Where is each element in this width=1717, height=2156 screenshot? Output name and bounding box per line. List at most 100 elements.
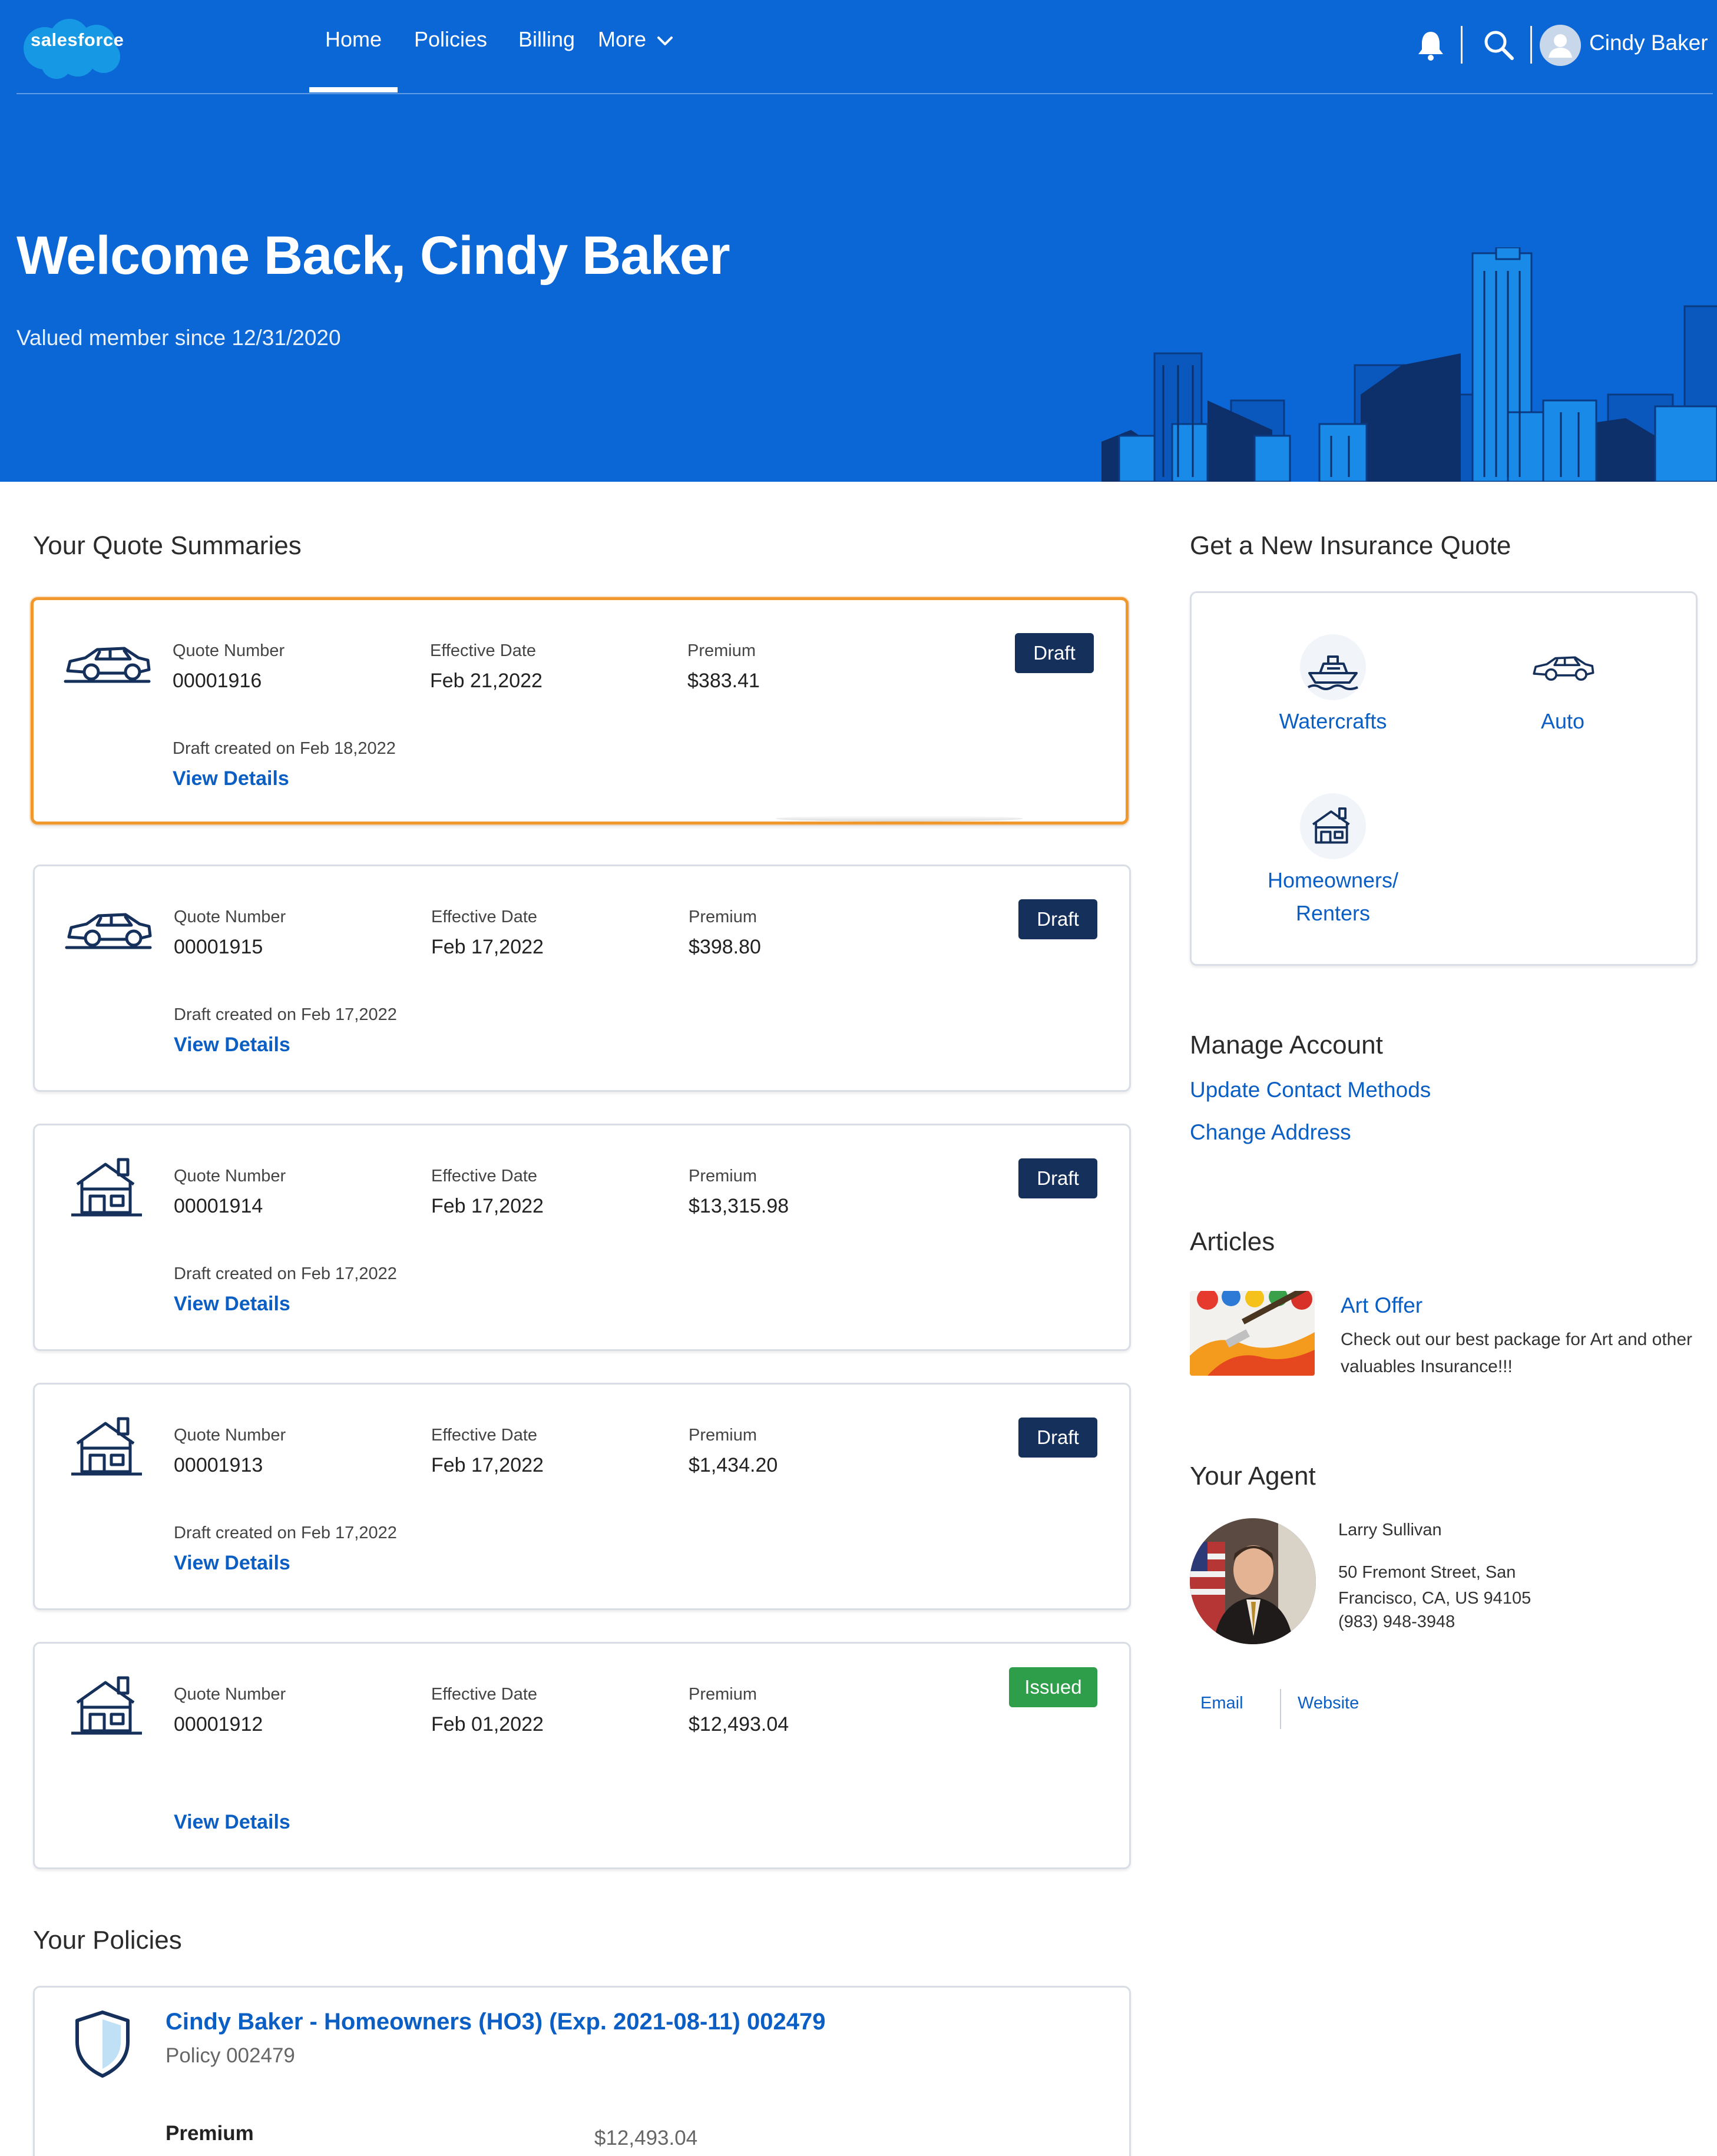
effective-date-label: Effective Date (431, 1167, 538, 1185)
boat-icon (1307, 655, 1358, 690)
hero-banner: salesforce Home Policies Billing More Ci… (0, 0, 1717, 482)
homeowners-label-line1: Homeowners/ (1267, 868, 1399, 892)
effective-date-label: Effective Date (430, 641, 537, 660)
car-icon (65, 913, 152, 949)
effective-date-label: Effective Date (431, 908, 538, 926)
quote-number: 00001914 (174, 1195, 263, 1217)
effective-date: Feb 17,2022 (431, 1454, 544, 1476)
header-separator (1530, 26, 1532, 64)
effective-date: Feb 21,2022 (430, 670, 542, 692)
new-quote-heading: Get a New Insurance Quote (1190, 531, 1511, 560)
draft-created-date: Draft created on Feb 17,2022 (174, 1005, 397, 1024)
quote-card[interactable]: Quote Number 00001913 Effective Date Feb… (33, 1383, 1131, 1610)
quote-card[interactable]: Quote Number 00001916 Effective Date Feb… (31, 597, 1129, 824)
draft-created-date: Draft created on Feb 17,2022 (174, 1264, 397, 1283)
premium-label: Premium (689, 908, 757, 926)
quote-number-label: Quote Number (174, 908, 286, 926)
view-details-link[interactable]: View Details (174, 1811, 290, 1834)
icon-badge (1300, 634, 1366, 700)
quote-number-label: Quote Number (174, 1426, 286, 1445)
nav-active-indicator (309, 87, 398, 92)
city-skyline-illustration (1101, 247, 1717, 482)
status-badge: Draft (1018, 1158, 1097, 1198)
nav-divider (16, 93, 1713, 94)
agent-website-link[interactable]: Website (1298, 1694, 1359, 1713)
view-details-link[interactable]: View Details (174, 1552, 290, 1575)
effective-date-label: Effective Date (431, 1685, 538, 1704)
quote-number-label: Quote Number (173, 641, 285, 660)
top-navigation: salesforce Home Policies Billing More Ci… (0, 0, 1717, 94)
premium-label: Premium (689, 1685, 757, 1704)
effective-date-label: Effective Date (431, 1426, 538, 1445)
status-badge: Issued (1009, 1667, 1097, 1707)
nav-home[interactable]: Home (325, 27, 382, 52)
quote-number-label: Quote Number (174, 1167, 286, 1185)
quote-card[interactable]: Quote Number 00001915 Effective Date Feb… (33, 865, 1131, 1092)
premium-value: $12,493.04 (689, 1713, 789, 1736)
quote-summaries-heading: Your Quote Summaries (33, 531, 302, 560)
bell-icon[interactable] (1416, 29, 1445, 61)
quote-number: 00001913 (174, 1454, 263, 1476)
nav-billing[interactable]: Billing (518, 27, 575, 52)
status-badge: Draft (1018, 1418, 1097, 1458)
art-offer-thumbnail[interactable] (1190, 1291, 1315, 1376)
premium-value: $383.41 (687, 670, 760, 692)
premium-value: $1,434.20 (689, 1454, 778, 1476)
house-icon (1312, 807, 1350, 844)
auto-label[interactable]: Auto (1486, 705, 1639, 738)
your-agent-heading: Your Agent (1190, 1462, 1316, 1491)
agent-name: Larry Sullivan (1338, 1521, 1442, 1539)
watercrafts-label[interactable]: Watercrafts (1256, 705, 1410, 738)
icon-badge (1530, 634, 1596, 700)
quote-option-homeowners[interactable]: Homeowners/ Renters (1239, 793, 1427, 930)
quote-number: 00001916 (173, 670, 262, 692)
nav-policies[interactable]: Policies (414, 27, 487, 52)
car-icon (1533, 656, 1594, 681)
quote-number-label: Quote Number (174, 1685, 286, 1704)
policy-title-link[interactable]: Cindy Baker - Homeowners (HO3) (Exp. 202… (166, 2009, 825, 2035)
header-separator (1461, 26, 1463, 64)
view-details-link[interactable]: View Details (174, 1034, 290, 1057)
effective-date: Feb 01,2022 (431, 1713, 544, 1736)
search-icon[interactable] (1482, 28, 1515, 61)
card-shadow (776, 816, 1023, 822)
nav-more[interactable]: More (598, 27, 646, 52)
update-contact-link[interactable]: Update Contact Methods (1190, 1078, 1431, 1102)
premium-label: Premium (687, 641, 756, 660)
effective-date: Feb 17,2022 (431, 1195, 544, 1217)
premium-label: Premium (689, 1426, 757, 1445)
agent-phone: (983) 948-3948 (1338, 1612, 1455, 1631)
agent-link-separator (1280, 1689, 1281, 1729)
manage-account-heading: Manage Account (1190, 1031, 1383, 1059)
quote-card[interactable]: Quote Number 00001914 Effective Date Feb… (33, 1124, 1131, 1351)
article-title[interactable]: Art Offer (1341, 1293, 1422, 1318)
house-icon (71, 1417, 142, 1476)
quote-option-watercrafts[interactable]: Watercrafts (1256, 634, 1410, 738)
quote-number: 00001912 (174, 1713, 263, 1736)
logo-text: salesforce (31, 29, 124, 50)
shield-icon (75, 2011, 130, 2078)
article-description: Check out our best package for Art and o… (1341, 1330, 1693, 1376)
agent-email-link[interactable]: Email (1200, 1694, 1243, 1713)
view-details-link[interactable]: View Details (173, 767, 289, 790)
premium-label: Premium (689, 1167, 757, 1185)
change-address-link[interactable]: Change Address (1190, 1120, 1351, 1145)
new-quote-panel: Watercrafts Auto Homeowners/ Renters (1190, 591, 1698, 966)
agent-photo (1190, 1518, 1316, 1644)
avatar[interactable] (1540, 25, 1581, 66)
chevron-down-icon[interactable] (656, 34, 674, 48)
homeowners-label[interactable]: Homeowners/ Renters (1239, 864, 1427, 930)
quote-number: 00001915 (174, 936, 263, 958)
your-policies-heading: Your Policies (33, 1926, 182, 1955)
policy-card[interactable]: Cindy Baker - Homeowners (HO3) (Exp. 202… (33, 1986, 1131, 2156)
icon-badge (1300, 793, 1366, 859)
user-name[interactable]: Cindy Baker (1589, 31, 1708, 55)
member-since: Valued member since 12/31/2020 (16, 326, 341, 350)
policy-number: Policy 002479 (166, 2044, 295, 2067)
status-badge: Draft (1015, 633, 1094, 673)
policy-premium-value: $12,493.04 (594, 2127, 698, 2150)
quote-option-auto[interactable]: Auto (1486, 634, 1639, 738)
effective-date: Feb 17,2022 (431, 936, 544, 958)
quote-card[interactable]: Quote Number 00001912 Effective Date Feb… (33, 1642, 1131, 1869)
view-details-link[interactable]: View Details (174, 1293, 290, 1316)
